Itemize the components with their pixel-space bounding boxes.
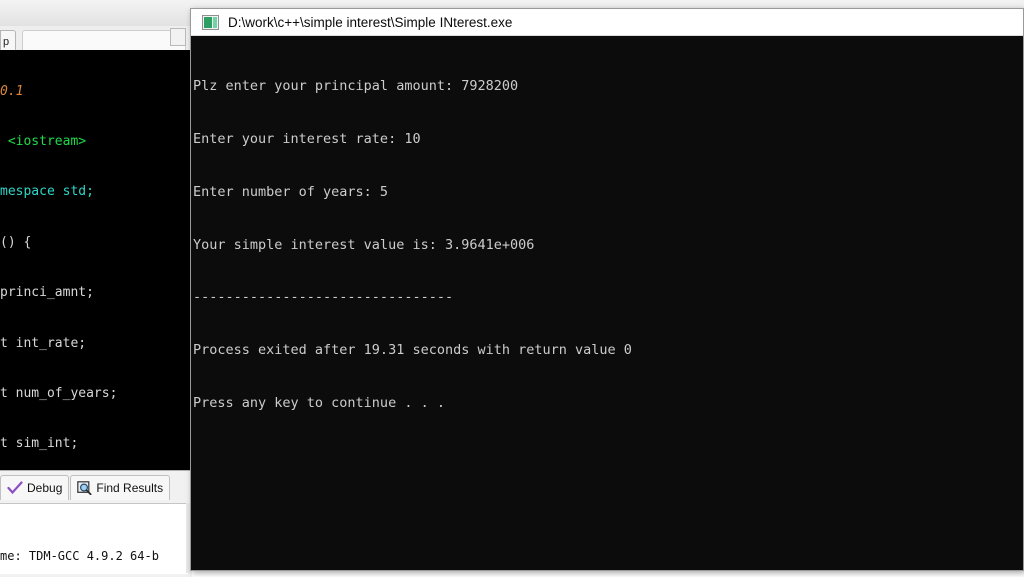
console-line: Process exited after 19.31 seconds with … xyxy=(193,342,632,359)
code-line: princi_amnt; xyxy=(0,285,94,301)
code-line: () { xyxy=(0,234,32,250)
editor-tabstrip: p xyxy=(0,26,192,53)
code-line: t num_of_years; xyxy=(0,385,118,401)
compiler-log[interactable]: me: TDM-GCC 4.9.2 64-b + source file... xyxy=(0,503,188,574)
console-line: Enter number of years: 5 xyxy=(193,183,389,200)
code-editor[interactable]: 0.1 <iostream> mespace std; () { princi_… xyxy=(0,50,192,470)
editor-tab-scroll-button[interactable] xyxy=(170,28,186,46)
tab-debug[interactable]: Debug xyxy=(0,475,70,500)
console-line: -------------------------------- xyxy=(193,289,454,306)
tab-find-results[interactable]: Find Results xyxy=(70,475,171,500)
code-line: t sim_int; xyxy=(0,436,79,452)
log-line: me: TDM-GCC 4.9.2 64-b xyxy=(0,549,159,563)
code-line: t int_rate; xyxy=(0,335,87,351)
tab-debug-label: Debug xyxy=(27,481,63,495)
code-line: <iostream> xyxy=(0,133,87,149)
ide-bottom-panel: Debug Find Results me: TDM-GCC 4.9.2 64-… xyxy=(0,470,192,577)
console-app-icon xyxy=(202,14,219,30)
tab-find-results-label: Find Results xyxy=(96,481,164,495)
console-titlebar[interactable]: D:\work\c++\simple interest\Simple INter… xyxy=(191,9,1023,36)
console-line: Press any key to continue . . . xyxy=(193,394,445,411)
console-output[interactable]: Plz enter your principal amount: 7928200… xyxy=(191,36,1023,570)
bottom-panel-tabs: Debug Find Results xyxy=(0,475,192,501)
console-line: Your simple interest value is: 3.9641e+0… xyxy=(193,236,535,253)
console-title: D:\work\c++\simple interest\Simple INter… xyxy=(228,14,513,30)
code-line: 0.1 xyxy=(0,83,24,99)
search-icon xyxy=(77,481,92,495)
console-line: Enter your interest rate: 10 xyxy=(193,130,421,147)
console-line: Plz enter your principal amount: 7928200 xyxy=(193,78,519,95)
check-icon xyxy=(7,481,23,495)
code-line: mespace std; xyxy=(0,184,94,200)
console-window[interactable]: D:\work\c++\simple interest\Simple INter… xyxy=(190,8,1024,571)
